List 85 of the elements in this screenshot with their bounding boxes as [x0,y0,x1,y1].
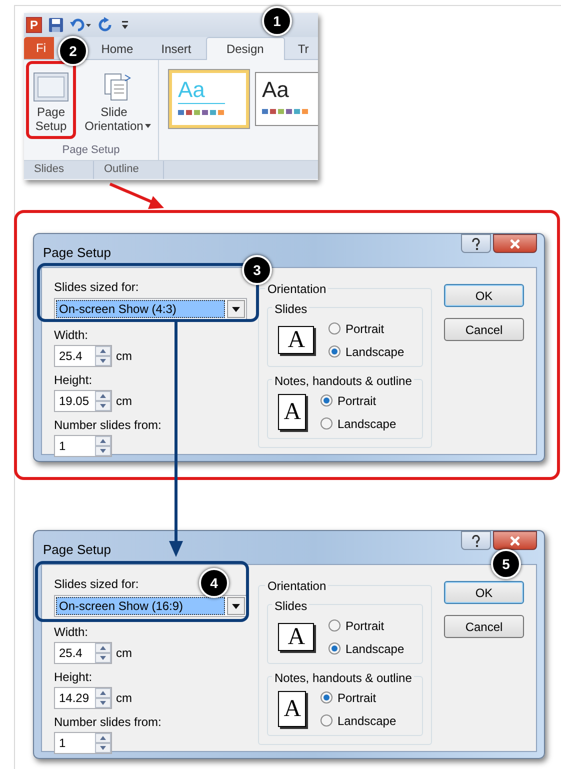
number-field[interactable]: 25.4 [54,642,112,664]
radio-option[interactable]: Portrait [320,392,396,410]
ribbon-tab[interactable]: Insert [146,38,206,59]
dialog-title: Page Setup [42,244,111,262]
close-icon [509,238,521,248]
ribbon-tab[interactable]: Design [206,37,284,60]
radio-button[interactable] [320,394,334,407]
field-label: Height: [54,373,92,388]
color-swatches [262,109,308,114]
radio-option[interactable]: Landscape [320,414,396,432]
page-icon: A [278,326,314,354]
radio-button[interactable] [328,345,342,358]
caret-icon [145,124,152,128]
cancel-button[interactable]: Cancel [444,615,524,638]
pane-tab[interactable]: Outline [94,161,164,179]
close-icon [509,536,521,546]
field-label: Height: [54,670,92,685]
arrow-icon [109,182,164,209]
ribbon-button[interactable]: Slide Orientation [78,72,158,142]
size-dropdown[interactable]: On-screen Show (16:9) [54,595,247,617]
undo-icon[interactable] [70,17,92,33]
help-button[interactable] [461,531,491,550]
ok-button[interactable]: OK [444,284,524,307]
radio-option[interactable]: Portrait [328,320,404,338]
spinner-icon[interactable] [95,733,111,753]
group-label: Page Setup [61,143,121,158]
close-button[interactable] [493,531,537,550]
page-icon: A [278,623,314,651]
help-button[interactable] [461,234,491,253]
spinner-icon[interactable] [95,346,111,366]
ok-button[interactable]: OK [444,581,524,604]
slide-orientation-icon [103,72,133,102]
size-dropdown[interactable]: On-screen Show (4:3) [54,298,247,320]
field-label: Slides sized for: [54,577,139,592]
spinner-icon[interactable] [95,688,111,708]
field-label: Number slides from: [54,418,162,433]
radio-button[interactable] [320,417,334,430]
field-label: Width: [54,328,88,343]
number-field[interactable]: 25.4 [54,345,112,367]
app-logo: P [26,17,42,33]
close-button[interactable] [493,234,537,253]
theme-sample-text: Aa [178,77,225,104]
spinner-icon[interactable] [95,391,111,411]
field-label: Width: [54,625,88,640]
step-badge: 1 [262,6,292,36]
ribbon-tab[interactable]: Tr [288,38,318,59]
radio-button[interactable] [328,322,342,335]
spinner-icon[interactable] [95,436,111,456]
color-swatches [178,110,224,115]
field-label: Slides sized for: [54,280,139,295]
arrow-icon [169,321,183,557]
page-setup-icon [33,72,69,102]
cancel-button[interactable]: Cancel [444,318,524,341]
ribbon-button[interactable]: Page Setup [30,72,72,142]
unit-label: cm [116,690,132,707]
number-field[interactable]: 19.05 [54,390,112,412]
page-icon: A [278,394,306,430]
radio-option[interactable]: Landscape [328,342,404,360]
radio-button[interactable] [328,619,342,632]
radio-option[interactable]: Portrait [328,616,404,634]
unit-label: cm [116,348,132,365]
field-label: Number slides from: [54,715,162,730]
number-field[interactable]: 1 [54,435,112,457]
unit-label: cm [116,393,132,410]
help-icon [471,534,481,546]
help-icon [471,238,481,250]
radio-option[interactable]: Landscape [320,712,396,730]
save-icon[interactable] [48,17,64,33]
radio-button[interactable] [320,691,334,704]
theme-thumbnail[interactable]: Aa [255,72,318,126]
redo-icon[interactable] [98,17,114,33]
unit-label: cm [116,645,132,662]
theme-sample-text: Aa [262,77,290,103]
page-icon: A [278,691,306,727]
spinner-icon[interactable] [95,643,111,663]
radio-button[interactable] [320,714,334,727]
radio-option[interactable]: Landscape [328,640,404,658]
radio-button[interactable] [328,642,342,655]
number-field[interactable]: 14.29 [54,687,112,709]
dialog-title: Page Setup [42,541,111,559]
ribbon-tab[interactable]: Fi [24,37,54,59]
radio-option[interactable]: Portrait [320,688,396,706]
ribbon-tab[interactable]: Home [88,38,147,59]
pane-tab[interactable]: Slides [24,161,94,179]
number-field[interactable]: 1 [54,732,112,754]
